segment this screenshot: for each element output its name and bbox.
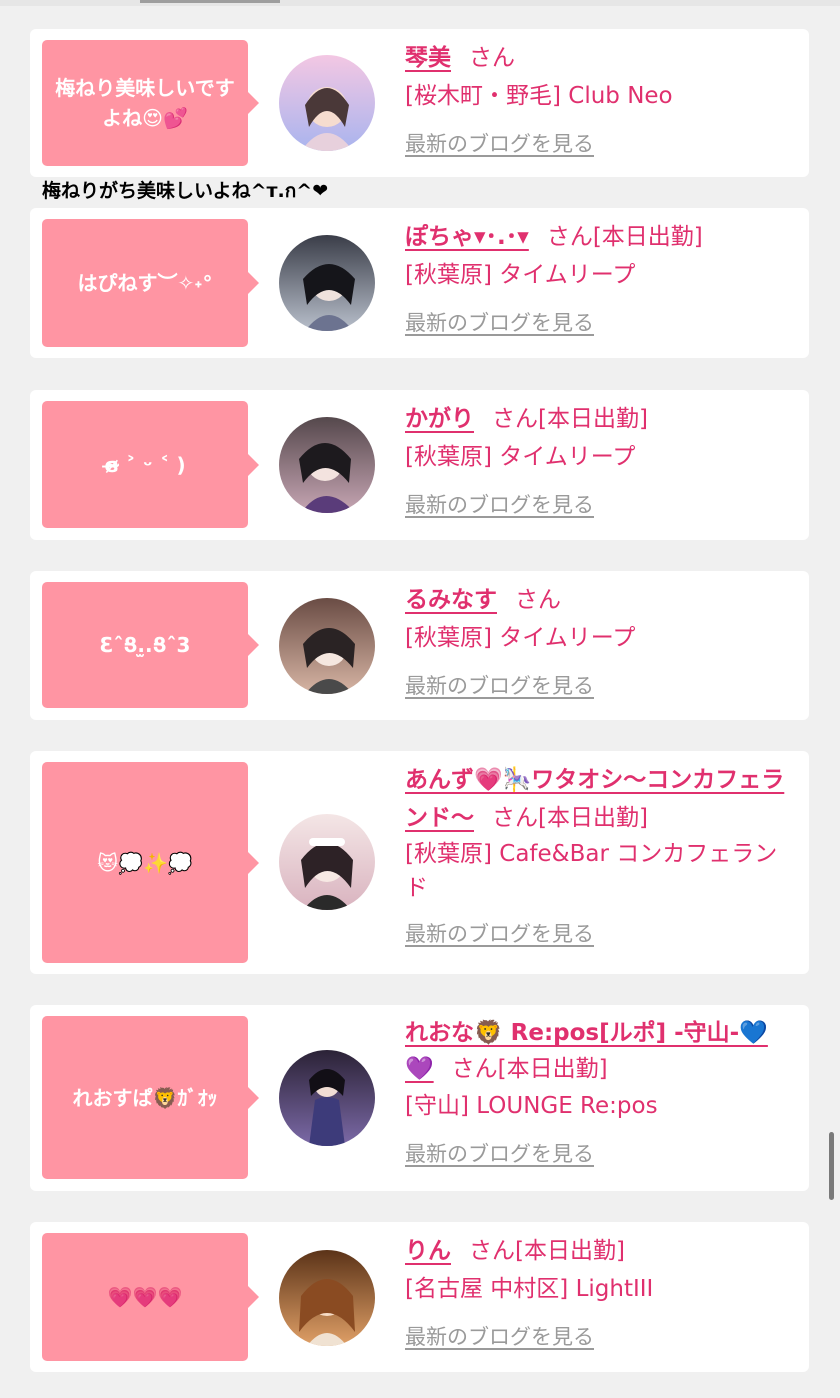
avatar[interactable] <box>279 598 375 694</box>
latest-blog-link[interactable]: 最新のブログを見る <box>405 922 594 946</box>
avatar-image <box>279 814 375 910</box>
avatar[interactable] <box>279 1050 375 1146</box>
blog-card: ƐˆՑ.̫.Ցˆ3 るみなす さん [秋葉原] タイムリープ 最新のブログを見る <box>30 571 809 720</box>
latest-blog-link[interactable]: 最新のブログを見る <box>405 674 594 698</box>
comment-bubble: ƐˆՑ.̫.Ցˆ3 <box>42 582 259 708</box>
avatar[interactable] <box>279 417 375 513</box>
card-info: ぽちゃ▾･.･▾ さん[本日出勤] [秋葉原] タイムリープ 最新のブログを見る <box>405 218 795 342</box>
blog-card: れおすぱ🦁ｶﾞｵｯ れおな🦁 Re:pos[ルポ] -守山-💙💜 さん[本日出勤]… <box>30 1005 809 1191</box>
avatar[interactable] <box>279 814 375 910</box>
avatar-image <box>279 235 375 331</box>
cast-name-link[interactable]: ぽちゃ▾･.･▾ <box>405 224 529 250</box>
blog-card: はぴねす︶✧˖° ぽちゃ▾･.･▾ さん[本日出勤] [秋葉原] タイムリープ 最… <box>30 208 809 358</box>
shop-label: [秋葉原] Cafe&Bar コンカフェランド <box>405 841 778 901</box>
shop-label: [守山] LOUNGE Re:pos <box>405 1093 658 1119</box>
cast-name-link[interactable]: りん <box>405 1238 451 1264</box>
comment-bubble: れおすぱ🦁ｶﾞｵｯ <box>42 1016 259 1179</box>
honorific-label: さん[本日出勤] <box>546 224 703 250</box>
comment-bubble: 梅ねり美味しいですよね😍💕 <box>42 40 259 166</box>
blog-card: 梅ねり美味しいですよね😍💕 琴美 さん [桜木町・野毛] Club Neo 最新の… <box>30 29 809 177</box>
honorific-label: さん[本日出勤] <box>451 1056 608 1082</box>
shop-label: [秋葉原] タイムリープ <box>405 625 636 651</box>
avatar[interactable] <box>279 55 375 151</box>
active-tab-indicator <box>140 0 280 3</box>
card-info: るみなす さん [秋葉原] タイムリープ 最新のブログを見る <box>405 581 795 705</box>
card-info: りん さん[本日出勤] [名古屋 中村区] LightIII 最新のブログを見る <box>405 1232 795 1356</box>
cast-name-link[interactable]: 琴美 <box>405 45 451 71</box>
user-comment: 梅ねりがち美味しいよね^т.ก^❤ <box>42 180 329 202</box>
blog-card: ɞ̴̶̷ ˃ ᵕ ˂ ) かがり さん[本日出勤] [秋葉原] タイムリープ 最新… <box>30 390 809 540</box>
avatar-image <box>279 1050 375 1146</box>
shop-label: [秋葉原] タイムリープ <box>405 262 636 288</box>
honorific-label: さん[本日出勤] <box>492 406 648 432</box>
avatar-image <box>279 55 375 151</box>
shop-label: [秋葉原] タイムリープ <box>405 444 636 470</box>
avatar-image <box>279 598 375 694</box>
avatar[interactable] <box>279 1250 375 1346</box>
card-info: かがり さん[本日出勤] [秋葉原] タイムリープ 最新のブログを見る <box>405 400 795 524</box>
comment-bubble: 💗💗💗 <box>42 1233 259 1361</box>
honorific-label: さん[本日出勤] <box>469 1238 625 1264</box>
comment-bubble: ɞ̴̶̷ ˃ ᵕ ˂ ) <box>42 401 259 528</box>
shop-label: [名古屋 中村区] LightIII <box>405 1276 654 1302</box>
cast-name-link[interactable]: かがり <box>405 406 474 432</box>
honorific-label: さん[本日出勤] <box>492 805 648 831</box>
avatar-image <box>279 1250 375 1346</box>
latest-blog-link[interactable]: 最新のブログを見る <box>405 1325 594 1349</box>
honorific-label: さん <box>469 45 515 71</box>
avatar-image <box>279 417 375 513</box>
comment-bubble: 😻💭✨💭 <box>42 762 259 963</box>
latest-blog-link[interactable]: 最新のブログを見る <box>405 1142 594 1166</box>
blog-card: 😻💭✨💭 あんず💗🎠ワタオシ〜コンカフェランド〜 さん[本日出勤] [秋葉原] C… <box>30 751 809 974</box>
scrollbar[interactable] <box>829 1132 834 1200</box>
latest-blog-link[interactable]: 最新のブログを見る <box>405 311 594 335</box>
honorific-label: さん <box>515 587 561 613</box>
cast-name-link[interactable]: るみなす <box>405 587 497 613</box>
latest-blog-link[interactable]: 最新のブログを見る <box>405 493 594 517</box>
blog-card: 💗💗💗 りん さん[本日出勤] [名古屋 中村区] LightIII 最新のブログ… <box>30 1222 809 1372</box>
latest-blog-link[interactable]: 最新のブログを見る <box>405 132 594 156</box>
comment-bubble: はぴねす︶✧˖° <box>42 219 259 347</box>
card-info: れおな🦁 Re:pos[ルポ] -守山-💙💜 さん[本日出勤] [守山] LOUN… <box>405 1015 795 1173</box>
top-divider <box>0 0 840 6</box>
card-info: 琴美 さん [桜木町・野毛] Club Neo 最新のブログを見る <box>405 39 795 163</box>
avatar[interactable] <box>279 235 375 331</box>
card-info: あんず💗🎠ワタオシ〜コンカフェランド〜 さん[本日出勤] [秋葉原] Cafe&B… <box>405 761 795 953</box>
shop-label: [桜木町・野毛] Club Neo <box>405 83 673 109</box>
